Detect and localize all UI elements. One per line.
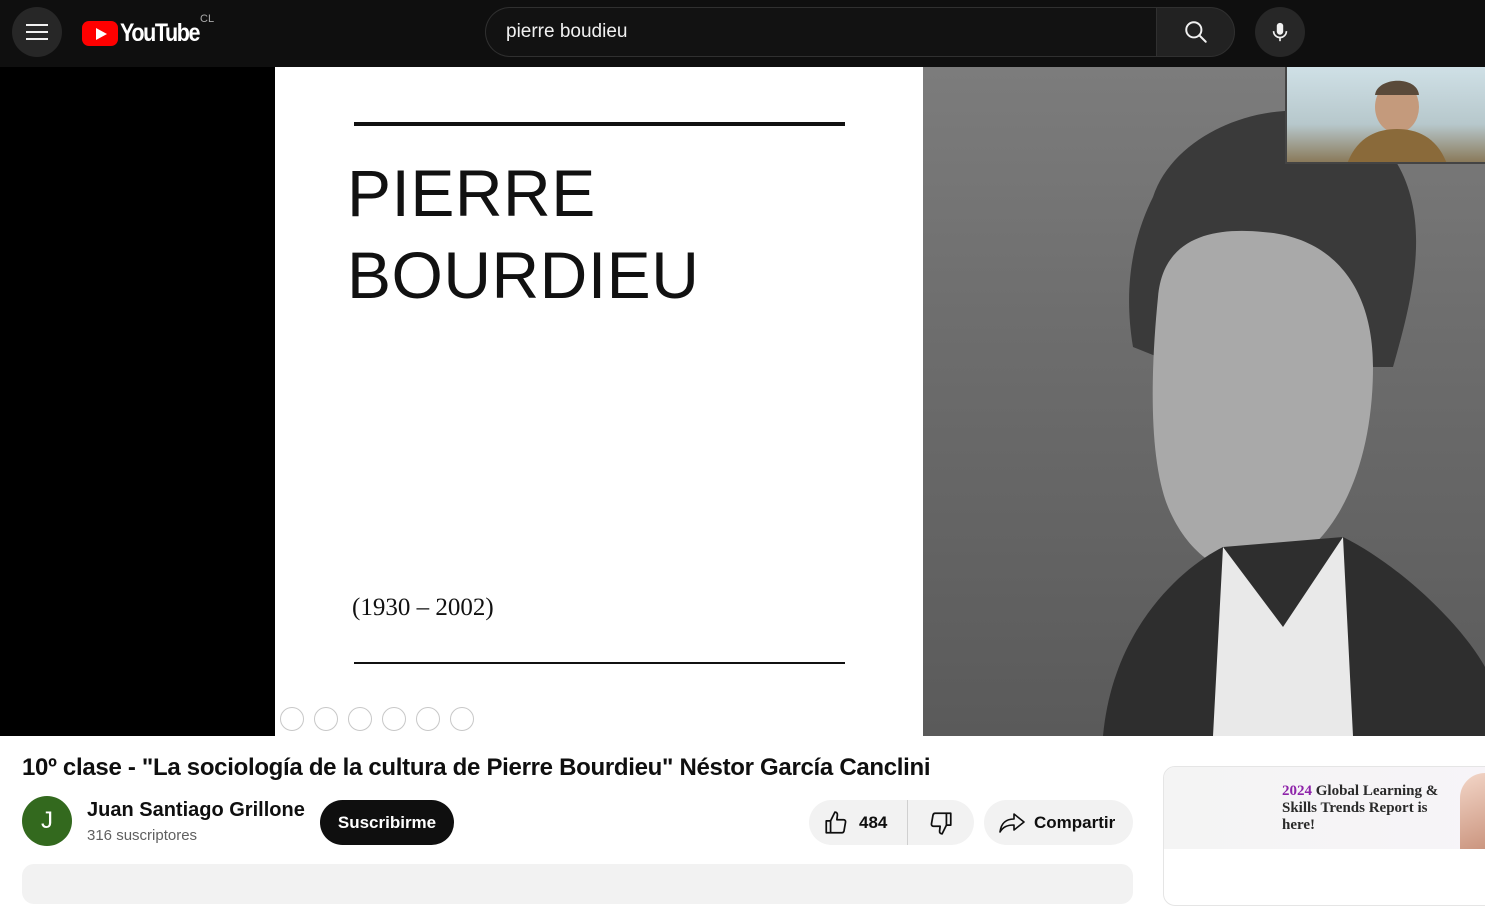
like-button[interactable]: 484: [809, 800, 908, 845]
search-box: [485, 7, 1235, 57]
slides-grid-icon: [382, 707, 406, 731]
share-label: Compartir: [1034, 812, 1116, 832]
search-input[interactable]: [485, 7, 1156, 57]
search-icon: [1184, 21, 1207, 43]
like-dislike-group: 484: [809, 800, 974, 845]
youtube-play-icon: [82, 20, 118, 46]
next-slide-icon: [314, 707, 338, 731]
ad-person-image: [1460, 773, 1485, 849]
slide-title: PIERRE BOURDIEU: [347, 152, 699, 316]
pen-icon: [348, 707, 372, 731]
ad-banner: 2024 Global Learning & Skills Trends Rep…: [1164, 767, 1485, 849]
subscribe-button[interactable]: Suscribirme: [320, 800, 454, 845]
youtube-logo[interactable]: YouTube CL: [82, 13, 214, 47]
slide-title-line-2: BOURDIEU: [347, 238, 700, 312]
description-box[interactable]: [22, 864, 1133, 904]
menu-icon-bar: [26, 38, 48, 40]
slide-dates: (1930 – 2002): [352, 594, 494, 621]
search-button[interactable]: [1156, 7, 1235, 57]
voice-search-button[interactable]: [1255, 7, 1305, 57]
video-title: 10º clase - "La sociología de la cultura…: [22, 754, 931, 781]
share-button[interactable]: Compartir: [984, 800, 1133, 845]
presenter-webcam-illustration: [1347, 80, 1447, 162]
slide-top-rule: [354, 122, 845, 126]
like-count: 484: [859, 812, 888, 832]
microphone-icon: [1272, 22, 1288, 42]
menu-icon-bar: [26, 31, 48, 33]
ad-headline: 2024 Global Learning & Skills Trends Rep…: [1282, 783, 1462, 834]
channel-name[interactable]: Juan Santiago Grillone: [87, 799, 305, 822]
zoom-icon: [416, 707, 440, 731]
thumbs-down-icon: [930, 811, 952, 835]
dislike-button[interactable]: [908, 800, 974, 845]
slide-title-line-1: PIERRE: [347, 156, 596, 230]
portrait-illustration: [1103, 110, 1485, 736]
slide-bottom-rule: [354, 662, 845, 664]
portrait-photo: [923, 67, 1485, 736]
video-player[interactable]: PIERRE BOURDIEU (1930 – 2002): [0, 67, 1485, 736]
menu-icon-bar: [26, 24, 48, 26]
thumbs-up-icon: [825, 810, 847, 834]
more-options-icon: [450, 707, 474, 731]
masthead: YouTube CL: [0, 0, 1485, 67]
subscriber-count: 316 suscriptores: [87, 827, 198, 844]
slide-toolbar: [280, 707, 474, 731]
guide-menu-button[interactable]: [12, 7, 62, 57]
ad-year: 2024: [1282, 783, 1312, 799]
webcam-overlay: [1285, 67, 1485, 164]
share-icon: [999, 812, 1025, 833]
logo-wordmark: YouTube: [120, 18, 201, 47]
presentation-slide: PIERRE BOURDIEU (1930 – 2002): [275, 67, 923, 736]
sidebar-ad[interactable]: 2024 Global Learning & Skills Trends Rep…: [1163, 766, 1485, 906]
previous-slide-icon: [280, 707, 304, 731]
channel-avatar[interactable]: J: [22, 796, 72, 846]
country-code: CL: [200, 13, 215, 25]
